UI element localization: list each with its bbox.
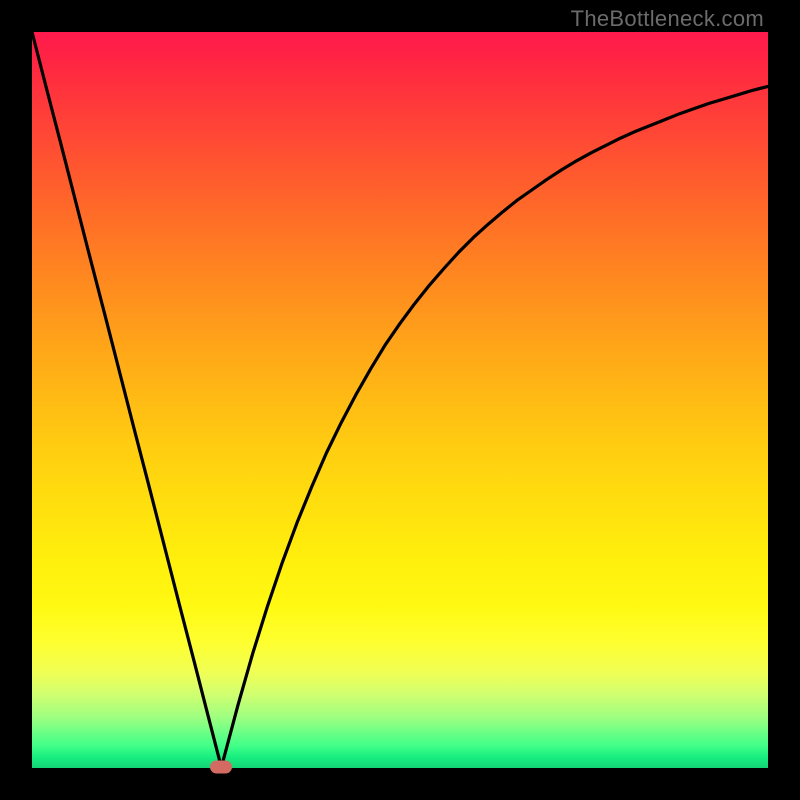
minimum-marker xyxy=(210,760,232,773)
plot-area xyxy=(32,32,768,768)
chart-frame: TheBottleneck.com xyxy=(0,0,800,800)
bottleneck-curve xyxy=(32,32,768,768)
watermark-text: TheBottleneck.com xyxy=(571,6,764,32)
